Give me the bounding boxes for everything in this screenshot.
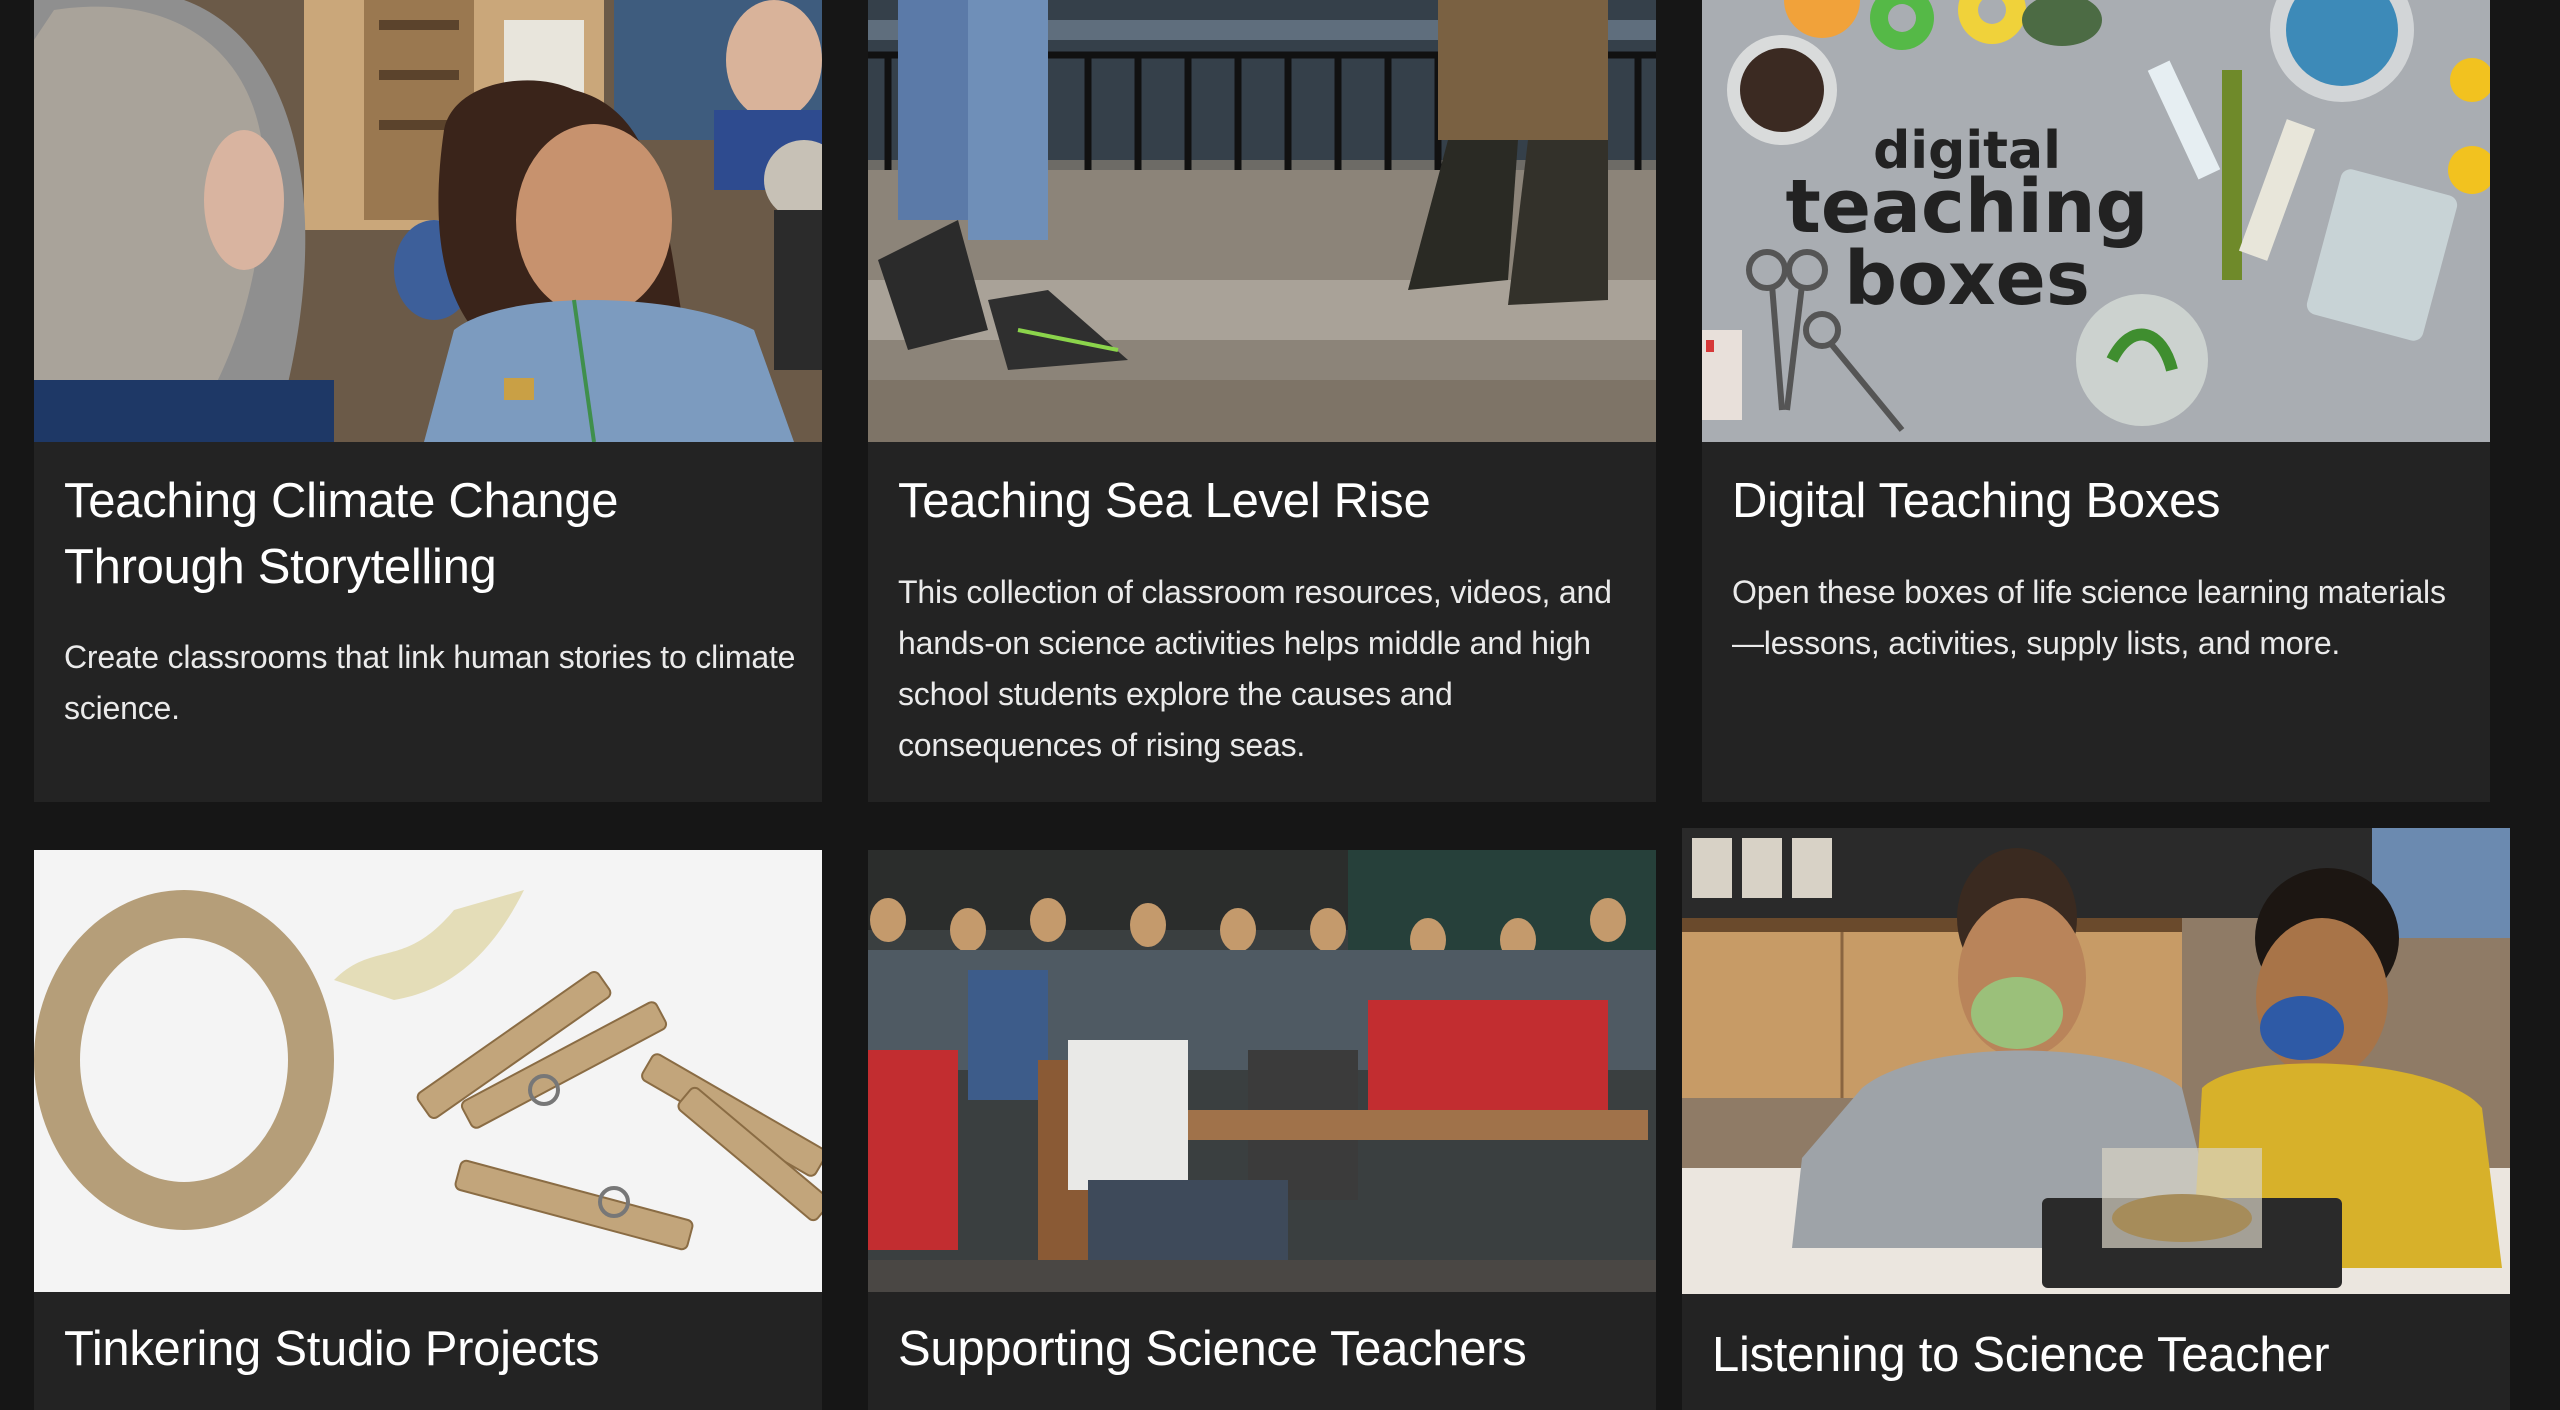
teachers-workshop-photo	[868, 850, 1656, 1292]
resource-card[interactable]: Teaching Sea Level Rise This collection …	[868, 0, 1656, 802]
card-title[interactable]: Tinkering Studio Projects	[64, 1316, 804, 1382]
science-supplies-photo: digital teaching boxes	[1702, 0, 2490, 442]
flooded-boardwalk-photo	[868, 0, 1656, 442]
card-title[interactable]: Teaching Climate Change Through Storytel…	[64, 468, 804, 600]
resource-card[interactable]: Tinkering Studio Projects	[34, 850, 822, 1410]
tape-and-clothespins-photo	[34, 850, 822, 1292]
card-description: Create classrooms that link human storie…	[64, 639, 796, 726]
people-talking-photo	[34, 0, 822, 442]
card-title[interactable]: Listening to Science Teacher	[1712, 1322, 2492, 1388]
resource-card[interactable]: digital teaching boxes Digital Teaching …	[1702, 0, 2490, 802]
card-description: Open these boxes of life science learnin…	[1732, 574, 2446, 661]
masked-students-experiment-photo	[1682, 828, 2510, 1294]
resource-card[interactable]: Supporting Science Teachers	[868, 850, 1656, 1410]
card-description: This collection of classroom resources, …	[898, 574, 1612, 763]
card-title[interactable]: Digital Teaching Boxes	[1732, 468, 2472, 534]
resource-card[interactable]: Teaching Climate Change Through Storytel…	[34, 0, 822, 802]
card-title[interactable]: Teaching Sea Level Rise	[898, 468, 1638, 534]
image-text: boxes	[1844, 236, 2090, 322]
resource-card[interactable]: Listening to Science Teacher	[1682, 828, 2510, 1410]
card-title[interactable]: Supporting Science Teachers	[898, 1316, 1638, 1382]
